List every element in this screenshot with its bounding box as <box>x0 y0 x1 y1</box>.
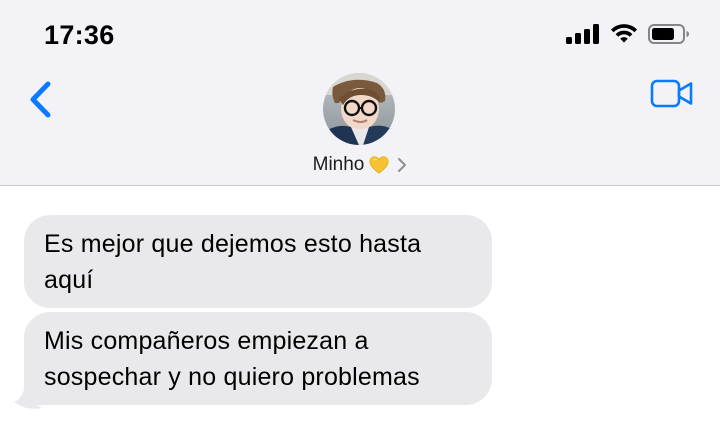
message-text-line: aquí <box>44 266 94 294</box>
contact-photo <box>323 73 395 145</box>
avatar[interactable] <box>323 73 395 145</box>
back-button[interactable] <box>24 78 58 122</box>
wifi-icon <box>611 24 637 43</box>
message-text-line: Mis compañeros empiezan a <box>44 327 369 355</box>
chevron-left-icon <box>30 81 51 118</box>
message-text-line: sospechar y no quiero problemas <box>44 363 420 391</box>
yellow-heart-icon <box>369 156 389 174</box>
video-call-button[interactable] <box>650 78 694 110</box>
contact-name: Minho <box>312 154 365 175</box>
message-bubble[interactable]: Es mejor que dejemos esto hasta aquí <box>24 215 492 308</box>
status-icons <box>566 24 690 44</box>
message-text-line: Es mejor que dejemos esto hasta <box>44 230 422 258</box>
status-time: 17:36 <box>44 20 115 50</box>
chevron-right-icon <box>398 158 407 172</box>
conversation-header: 17:36 Minho <box>0 0 720 186</box>
video-camera-icon <box>650 79 693 108</box>
message-bubble[interactable]: Mis compañeros empiezan a sospechar y no… <box>24 312 492 405</box>
cellular-signal-icon <box>566 24 599 44</box>
contact-info-button[interactable]: Minho <box>0 154 720 176</box>
messages-screen: 17:36 Minho Es mejor que dejemos esto ha… <box>0 0 720 446</box>
battery-icon <box>648 24 689 44</box>
